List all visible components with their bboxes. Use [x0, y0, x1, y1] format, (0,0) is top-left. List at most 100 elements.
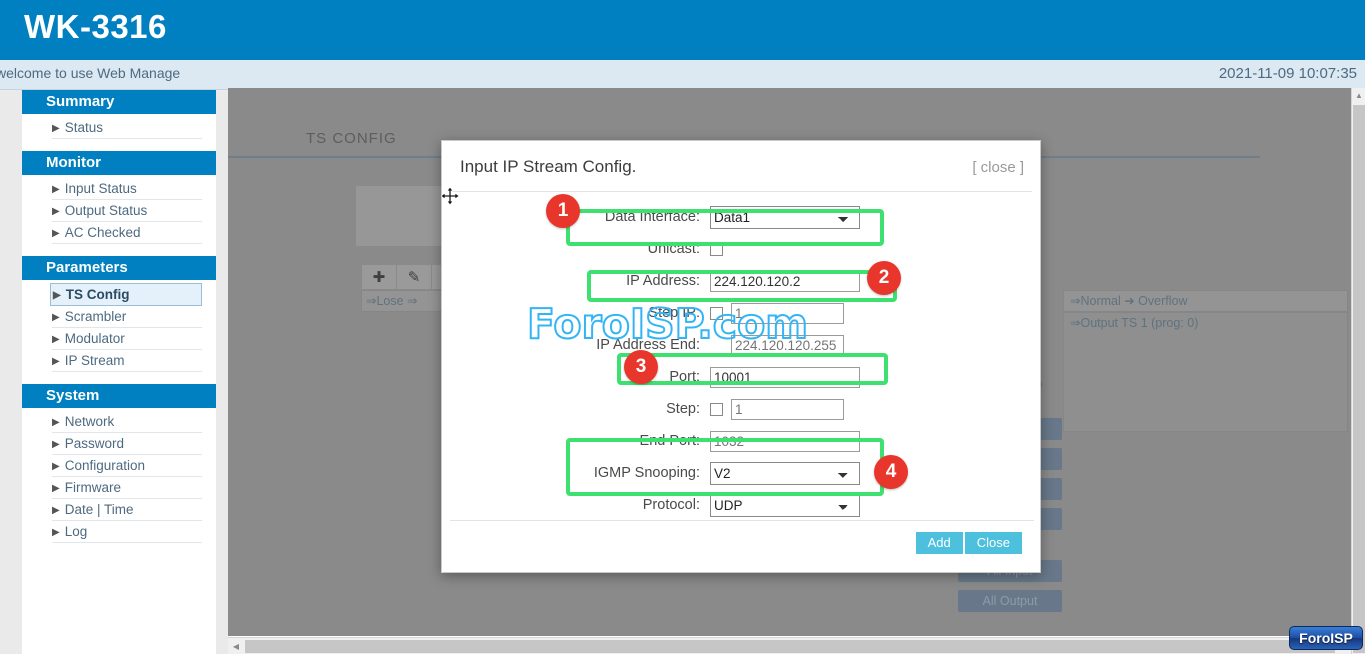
- triangle-right-icon: ▶: [53, 290, 61, 301]
- output-tree: ⇒Output TS 1 (prog: 0): [1063, 312, 1348, 432]
- sidebar-item-configuration[interactable]: ▶ Configuration: [52, 455, 202, 477]
- igmp-snooping-row: IGMP Snooping: V2: [442, 459, 1042, 487]
- foroisp-badge: ForoISP: [1289, 626, 1363, 650]
- sidebar-item-label: Output Status: [65, 203, 148, 218]
- triangle-right-icon: ▶: [52, 527, 60, 538]
- sidebar: Summary ▶Status Monitor ▶Input Status ▶O…: [22, 90, 216, 654]
- config-form: Data Interface: Data1 Unicast: IP Addres…: [442, 203, 1042, 523]
- triangle-right-icon: ▶: [52, 184, 60, 195]
- sidebar-item-status[interactable]: ▶Status: [52, 117, 202, 139]
- triangle-right-icon: ▶: [52, 123, 60, 134]
- sidebar-heading-parameters: Parameters: [22, 256, 216, 280]
- triangle-right-icon: ▶: [52, 334, 60, 345]
- sidebar-item-label: Date | Time: [65, 502, 134, 517]
- sidebar-item-label: TS Config: [66, 287, 130, 302]
- output-legend: ⇒Normal ➜ Overflow: [1063, 290, 1348, 312]
- annotation-badge-2: 2: [867, 261, 901, 295]
- horizontal-scroll-thumb[interactable]: [245, 640, 1335, 653]
- triangle-right-icon: ▶: [52, 439, 60, 450]
- triangle-right-icon: ▶: [52, 312, 60, 323]
- triangle-right-icon: ▶: [52, 356, 60, 367]
- sidebar-item-label: Input Status: [65, 181, 137, 196]
- sidebar-item-modulator[interactable]: ▶ Modulator: [52, 328, 202, 350]
- triangle-right-icon: ▶: [52, 483, 60, 494]
- igmp-snooping-select[interactable]: V2: [710, 462, 860, 485]
- scroll-left-arrow-icon[interactable]: ◀: [229, 639, 243, 653]
- unicast-checkbox[interactable]: [710, 243, 723, 256]
- close-link[interactable]: [ close ]: [972, 159, 1024, 176]
- scroll-up-arrow-icon[interactable]: ▲: [1352, 88, 1365, 102]
- step-ip-label: Step IP:: [442, 305, 710, 321]
- sidebar-item-ac-checked[interactable]: ▶ AC Checked: [52, 222, 202, 244]
- welcome-text: welcome to use Web Manage: [0, 65, 180, 81]
- sidebar-item-label: Configuration: [65, 458, 145, 473]
- unicast-row: Unicast:: [442, 235, 1042, 263]
- page-mid-gutter: [216, 90, 228, 654]
- sidebar-item-input-status[interactable]: ▶ Input Status: [52, 178, 202, 200]
- dialog-top-divider: [452, 191, 1032, 192]
- sidebar-item-date-time[interactable]: ▶Date | Time: [52, 499, 202, 521]
- port-input[interactable]: [710, 367, 860, 388]
- ip-address-row: IP Address:: [442, 267, 1042, 295]
- ip-address-end-input[interactable]: [731, 335, 844, 356]
- add-icon[interactable]: ✚: [362, 265, 397, 289]
- page-left-gutter: [0, 90, 22, 654]
- triangle-right-icon: ▶: [52, 206, 60, 217]
- end-port-input[interactable]: [710, 431, 860, 452]
- page-title: TS CONFIG: [306, 130, 397, 147]
- sidebar-item-label: Network: [65, 414, 115, 429]
- step-ip-checkbox[interactable]: [710, 307, 723, 320]
- sidebar-item-output-status[interactable]: ▶ Output Status: [52, 200, 202, 222]
- sidebar-item-scrambler[interactable]: ▶Scrambler: [52, 306, 202, 328]
- end-port-row: End Port:: [442, 427, 1042, 455]
- add-button[interactable]: Add: [916, 532, 963, 554]
- port-label: Port:: [442, 369, 710, 385]
- protocol-row: Protocol: UDP: [442, 491, 1042, 519]
- sidebar-item-firmware[interactable]: ▶Firmware: [52, 477, 202, 499]
- horizontal-scrollbar[interactable]: ◀: [228, 637, 1351, 654]
- data-interface-select[interactable]: Data1: [710, 206, 860, 229]
- sidebar-group-monitor: Monitor ▶Input Status ▶Output Status ▶AC…: [22, 151, 216, 244]
- triangle-right-icon: ▶: [52, 461, 60, 472]
- step-checkbox[interactable]: [710, 403, 723, 416]
- annotation-badge-3: 3: [624, 350, 658, 384]
- output-ts-node[interactable]: ⇒Output TS 1 (prog: 0): [1070, 316, 1198, 330]
- input-ip-stream-config-dialog: Input IP Stream Config. [ close ] Data I…: [441, 140, 1041, 573]
- sidebar-item-ts-config[interactable]: ▶ TS Config: [50, 283, 202, 306]
- protocol-select[interactable]: UDP: [710, 494, 860, 517]
- edit-pencil-icon[interactable]: ✎: [397, 265, 432, 289]
- triangle-right-icon: ▶: [52, 228, 60, 239]
- ip-address-input[interactable]: [710, 271, 860, 292]
- app-root: WK-3316 welcome to use Web Manage 2021-1…: [0, 0, 1365, 654]
- sidebar-item-ip-stream[interactable]: ▶ IP Stream: [52, 350, 202, 372]
- port-row: Port:: [442, 363, 1042, 391]
- dialog-bottom-divider: [450, 520, 1034, 521]
- sidebar-heading-summary: Summary: [22, 90, 216, 114]
- app-banner: WK-3316: [0, 0, 1365, 60]
- step-input[interactable]: [731, 399, 844, 420]
- protocol-label: Protocol:: [442, 497, 710, 513]
- vertical-scrollbar[interactable]: ▲: [1351, 88, 1365, 654]
- all-output-button[interactable]: All Output: [958, 590, 1062, 612]
- welcome-bar: welcome to use Web Manage 2021-11-09 10:…: [0, 60, 1365, 90]
- sidebar-item-label: AC Checked: [65, 225, 141, 240]
- sidebar-item-label: Modulator: [65, 331, 125, 346]
- vertical-scroll-thumb[interactable]: [1353, 105, 1365, 653]
- sidebar-item-label: IP Stream: [65, 353, 125, 368]
- step-ip-row: Step IP:: [442, 299, 1042, 327]
- sidebar-group-summary: Summary ▶Status: [22, 90, 216, 139]
- annotation-badge-4: 4: [874, 455, 908, 489]
- sidebar-group-parameters: Parameters ▶ TS Config ▶Scrambler ▶ Modula…: [22, 256, 216, 372]
- data-interface-row: Data Interface: Data1: [442, 203, 1042, 231]
- unicast-label: Unicast:: [442, 241, 710, 257]
- sidebar-group-system: System ▶Network ▶Password ▶Configuration…: [22, 384, 216, 543]
- sidebar-item-log[interactable]: ▶Log: [52, 521, 202, 543]
- close-button[interactable]: Close: [965, 532, 1022, 554]
- step-ip-input[interactable]: [731, 303, 844, 324]
- dialog-title: Input IP Stream Config.: [460, 157, 636, 177]
- sidebar-item-network[interactable]: ▶Network: [52, 411, 202, 433]
- sidebar-heading-system: System: [22, 384, 216, 408]
- dialog-actions: Add Close: [916, 532, 1022, 554]
- sidebar-item-password[interactable]: ▶Password: [52, 433, 202, 455]
- end-port-label: End Port:: [442, 433, 710, 449]
